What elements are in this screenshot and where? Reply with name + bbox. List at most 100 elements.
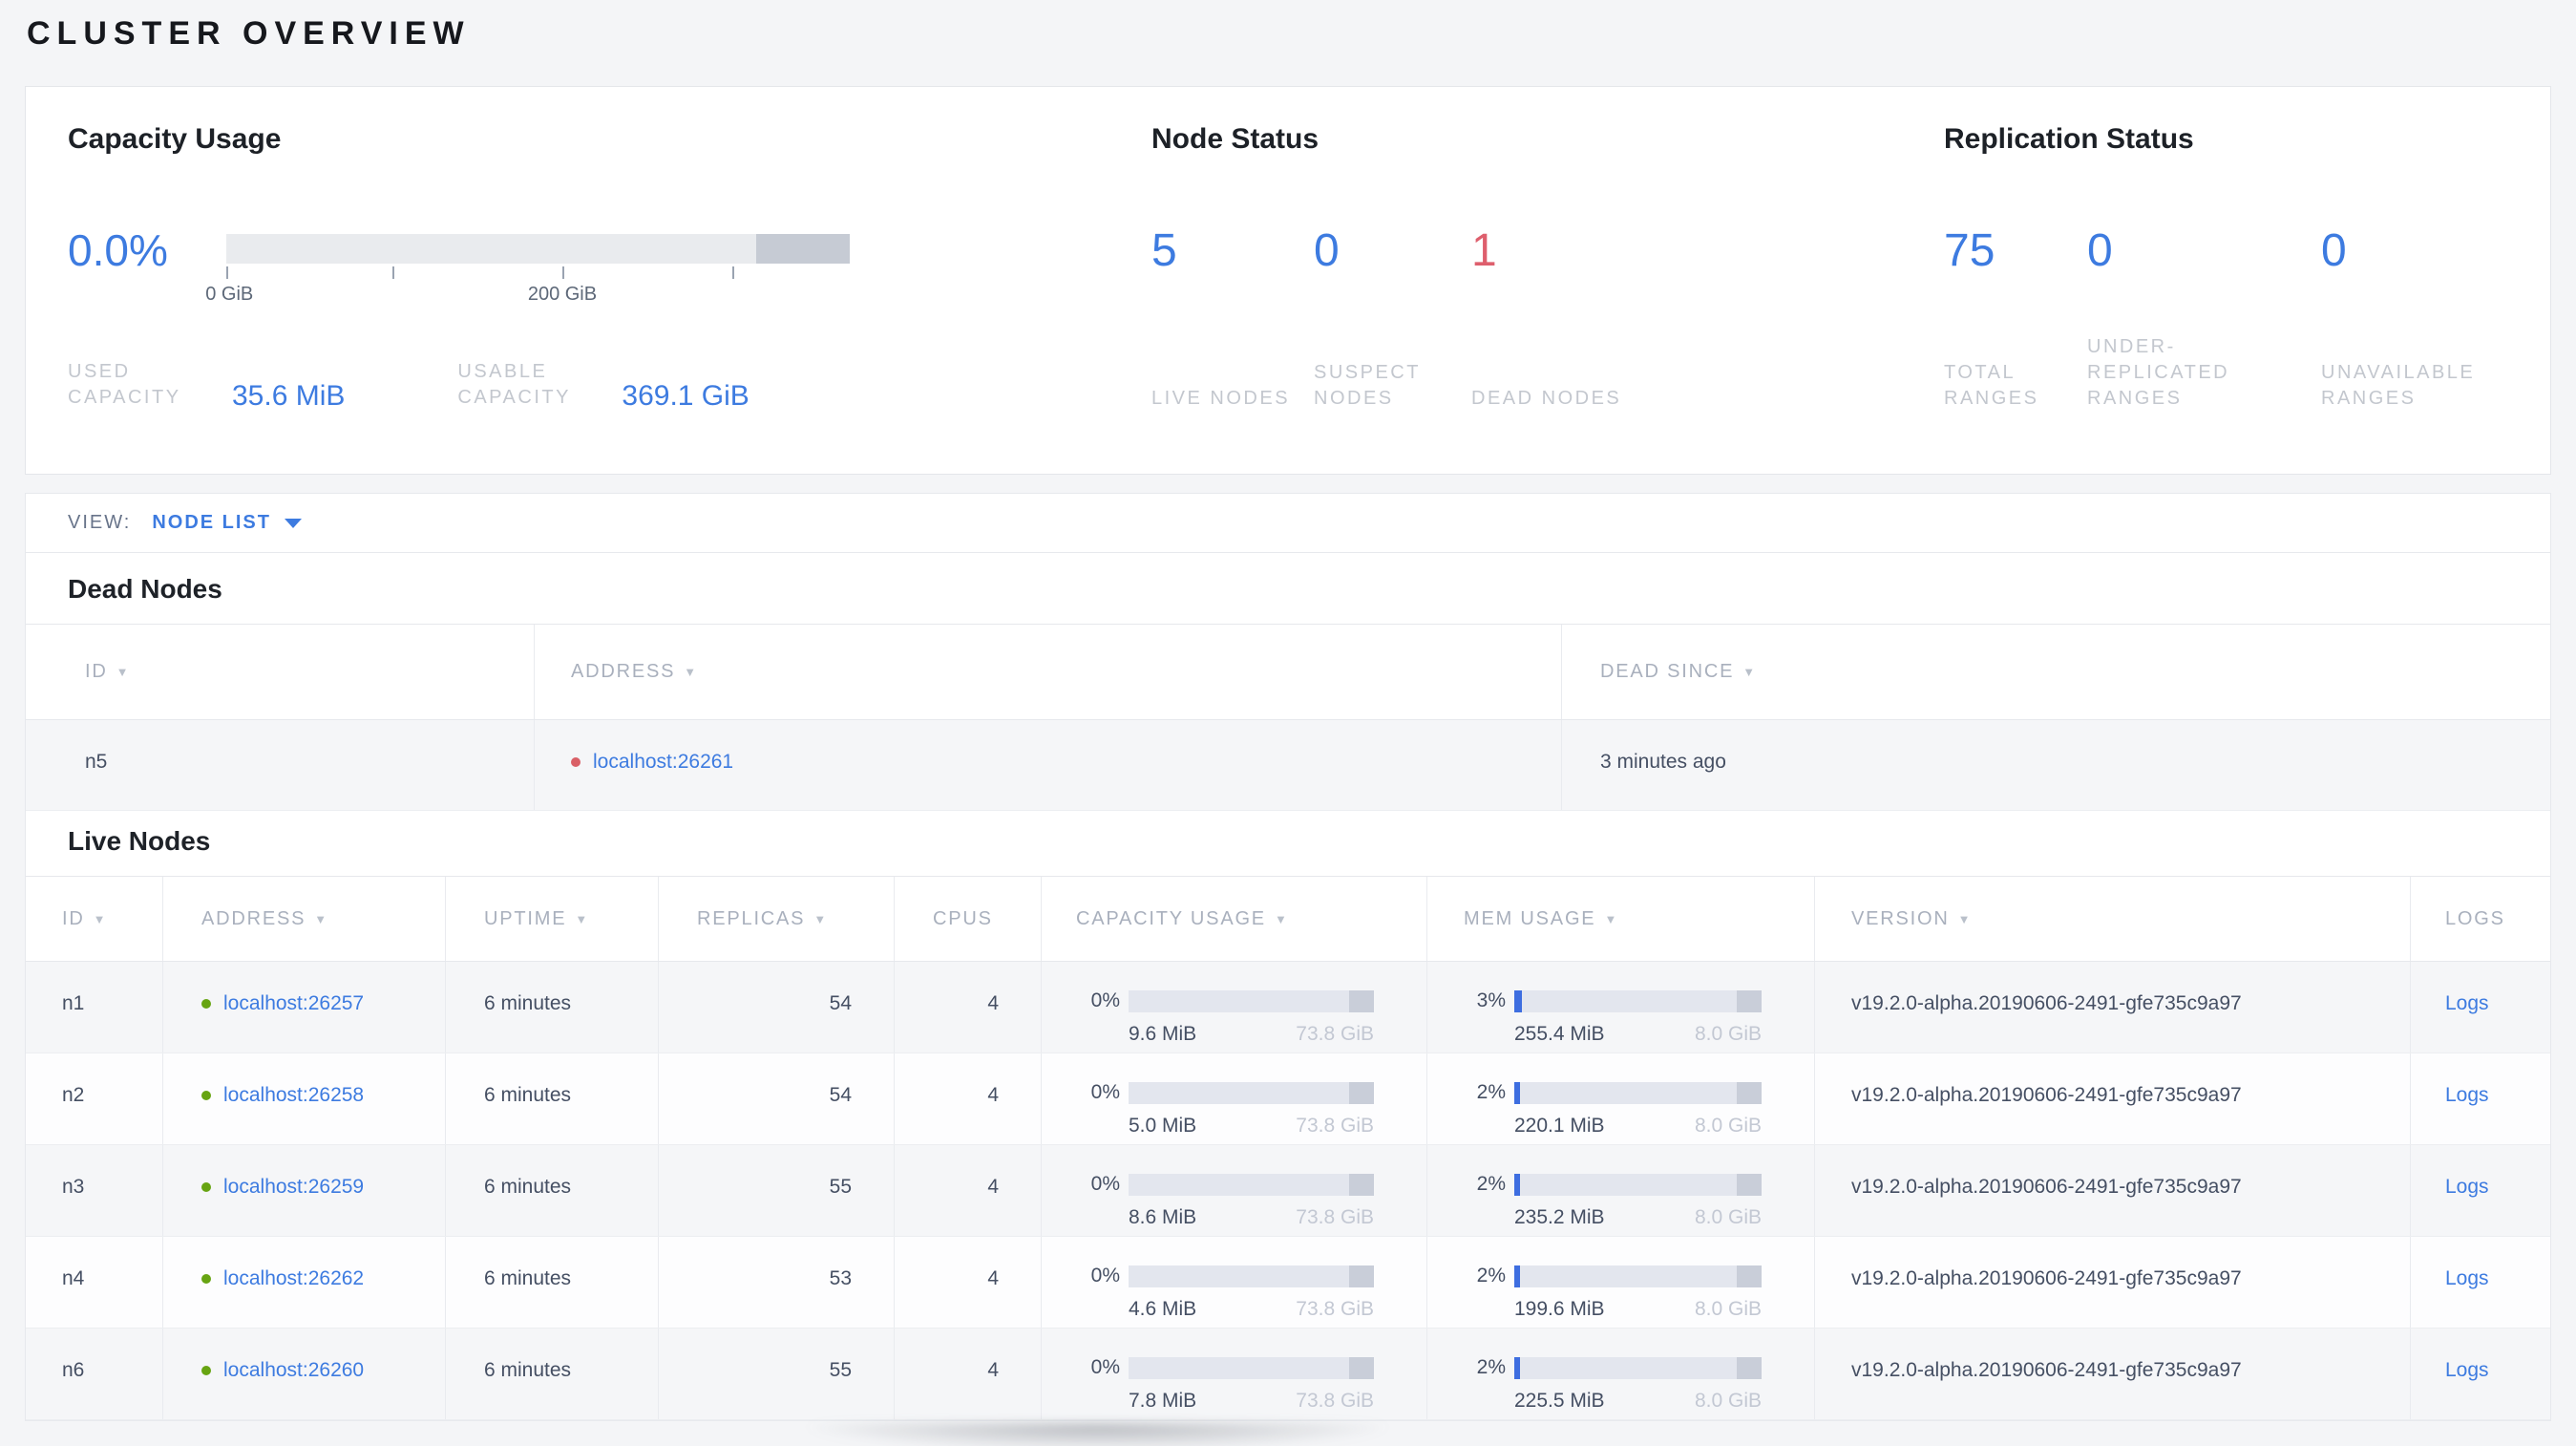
mem-bar-fill (1514, 989, 1522, 1012)
capacity-percent-label: 0% (1090, 989, 1120, 1011)
column-label: DEAD SINCE (1600, 661, 1735, 682)
logs-cell: Logs (2411, 1145, 2550, 1236)
capacity-mini-bar (1129, 1265, 1374, 1287)
mem-percent-label: 2% (1476, 1173, 1506, 1195)
cpus-cell: 4 (895, 1145, 1042, 1236)
live-nodes-header-row: ID ▼ ADDRESS ▼ UPTIME ▼ REPLICAS ▼ CPUS (26, 876, 2550, 962)
live-nodes-table: ID ▼ ADDRESS ▼ UPTIME ▼ REPLICAS ▼ CPUS (26, 876, 2550, 1420)
node-id-cell: n1 (26, 962, 163, 1053)
logs-link[interactable]: Logs (2445, 991, 2489, 1016)
node-address-link[interactable]: localhost:26258 (223, 1083, 364, 1108)
col-header-mem-usage[interactable]: MEM USAGE ▼ (1427, 877, 1815, 961)
capacity-percent-label: 0% (1090, 1173, 1120, 1195)
capacity-used-value: 7.8 MiB (1129, 1390, 1197, 1412)
capacity-bar-reserved-segment (1349, 989, 1374, 1012)
node-address-cell: localhost:26258 (163, 1053, 446, 1144)
col-header-capacity-usage[interactable]: CAPACITY USAGE ▼ (1042, 877, 1427, 961)
used-capacity-label: USED CAPACITY (68, 361, 181, 408)
mem-usage-cell: 2% 220.1 MiB 8.0 GiB (1427, 1053, 1815, 1144)
replicas-cell: 54 (659, 962, 895, 1053)
uptime-cell: 6 minutes (446, 962, 659, 1053)
total-ranges-metric: 75 TOTAL RANGES (1944, 226, 2087, 412)
dead-col-header-id[interactable]: ID ▼ (26, 625, 535, 719)
live-status-dot-icon (201, 1091, 211, 1100)
logs-link[interactable]: Logs (2445, 1358, 2489, 1383)
dead-node-row: n5 localhost:26261 3 minutes ago (26, 720, 2550, 811)
dead-nodes-header-row: ID ▼ ADDRESS ▼ DEAD SINCE ▼ (26, 624, 2550, 720)
node-address-link[interactable]: localhost:26259 (223, 1175, 364, 1200)
capacity-axis-ticks (226, 266, 850, 282)
mem-percent-label: 3% (1476, 989, 1506, 1011)
node-id-cell: n5 (26, 720, 535, 810)
dead-col-header-dead-since[interactable]: DEAD SINCE ▼ (1562, 625, 2550, 719)
mem-bar-fill (1514, 1356, 1520, 1379)
view-label: VIEW: (68, 512, 132, 533)
node-status-section: Node Status 5 LIVE NODES 0 SUSPECT NODES… (1151, 87, 1858, 474)
logs-cell: Logs (2411, 962, 2550, 1053)
logs-link[interactable]: Logs (2445, 1266, 2489, 1291)
logs-cell: Logs (2411, 1329, 2550, 1419)
col-header-uptime[interactable]: UPTIME ▼ (446, 877, 659, 961)
mem-total-value: 8.0 GiB (1694, 1390, 1762, 1412)
suspect-nodes-count: 0 (1314, 225, 1340, 276)
under-replicated-count: 0 (2087, 225, 2113, 276)
capacity-bar-reserved-segment (1349, 1081, 1374, 1104)
node-address-link[interactable]: localhost:26260 (223, 1358, 364, 1383)
under-replicated-label: UNDER-REPLICATED RANGES (2087, 336, 2230, 409)
live-nodes-section-title: Live Nodes (68, 826, 211, 856)
mem-percent-label: 2% (1476, 1356, 1506, 1378)
logs-link[interactable]: Logs (2445, 1083, 2489, 1108)
used-capacity-value: 35.6 MiB (232, 380, 346, 412)
mem-total-value: 8.0 GiB (1694, 1298, 1762, 1320)
node-id-cell: n4 (26, 1237, 163, 1328)
capacity-used-value: 5.0 MiB (1129, 1115, 1197, 1137)
capacity-gauge: 0.0% 0 GiB 200 GiB (68, 226, 1099, 308)
logs-link[interactable]: Logs (2445, 1175, 2489, 1200)
capacity-used-value: 8.6 MiB (1129, 1206, 1197, 1228)
version-cell: v19.2.0-alpha.20190606-2491-gfe735c9a97 (1815, 1053, 2411, 1144)
mem-used-value: 220.1 MiB (1514, 1115, 1605, 1137)
node-address-link[interactable]: localhost:26257 (223, 991, 364, 1016)
sort-arrow-icon: ▼ (1274, 911, 1289, 926)
view-bar: VIEW: NODE LIST (25, 493, 2551, 553)
node-address-link[interactable]: localhost:26262 (223, 1266, 364, 1291)
usable-capacity-stat: USABLE CAPACITY 369.1 GiB (457, 359, 749, 412)
cpus-cell: 4 (895, 1053, 1042, 1144)
live-status-dot-icon (201, 1366, 211, 1375)
under-replicated-ranges-metric: 0 UNDER-REPLICATED RANGES (2087, 226, 2321, 412)
mem-bar-fill (1514, 1081, 1520, 1104)
used-capacity-stat: USED CAPACITY 35.6 MiB (68, 359, 346, 412)
dead-nodes-count: 1 (1471, 225, 1497, 276)
col-header-version[interactable]: VERSION ▼ (1815, 877, 2411, 961)
capacity-mini-bar (1129, 1356, 1374, 1379)
node-address-cell: localhost:26261 (535, 720, 1562, 810)
mem-usage-cell: 3% 255.4 MiB 8.0 GiB (1427, 962, 1815, 1053)
dead-nodes-section-title: Dead Nodes (68, 574, 222, 604)
mem-bar-fill (1514, 1265, 1520, 1287)
mem-bar-fill (1514, 1173, 1520, 1196)
total-ranges-count: 75 (1944, 225, 1995, 276)
live-status-dot-icon (201, 1182, 211, 1192)
live-node-row: n2 localhost:26258 6 minutes 54 4 0% 5.0… (26, 1053, 2550, 1145)
view-selector-dropdown[interactable]: NODE LIST (152, 512, 302, 534)
col-header-address[interactable]: ADDRESS ▼ (163, 877, 446, 961)
capacity-used-value: 4.6 MiB (1129, 1298, 1197, 1320)
col-header-id[interactable]: ID ▼ (26, 877, 163, 961)
col-header-cpus[interactable]: CPUS (895, 877, 1042, 961)
capacity-usage-title: Capacity Usage (68, 123, 282, 155)
dead-col-header-address[interactable]: ADDRESS ▼ (535, 625, 1562, 719)
mem-used-value: 255.4 MiB (1514, 1023, 1605, 1045)
column-label: UPTIME (484, 907, 567, 929)
capacity-usage-cell: 0% 8.6 MiB 73.8 GiB (1042, 1145, 1427, 1236)
total-ranges-label: TOTAL RANGES (1944, 362, 2039, 409)
mem-mini-bar (1514, 1356, 1762, 1379)
bottom-edge-shadow (745, 1423, 1585, 1446)
node-address-link[interactable]: localhost:26261 (593, 750, 733, 775)
suspect-nodes-label: SUSPECT NODES (1314, 362, 1421, 409)
page-title: CLUSTER OVERVIEW (27, 15, 471, 52)
capacity-percent-label: 0% (1090, 1356, 1120, 1378)
mem-bar-reserved-segment (1737, 989, 1762, 1012)
live-nodes-body: n1 localhost:26257 6 minutes 54 4 0% 9.6… (26, 962, 2550, 1420)
col-header-replicas[interactable]: REPLICAS ▼ (659, 877, 895, 961)
mem-usage-cell: 2% 235.2 MiB 8.0 GiB (1427, 1145, 1815, 1236)
